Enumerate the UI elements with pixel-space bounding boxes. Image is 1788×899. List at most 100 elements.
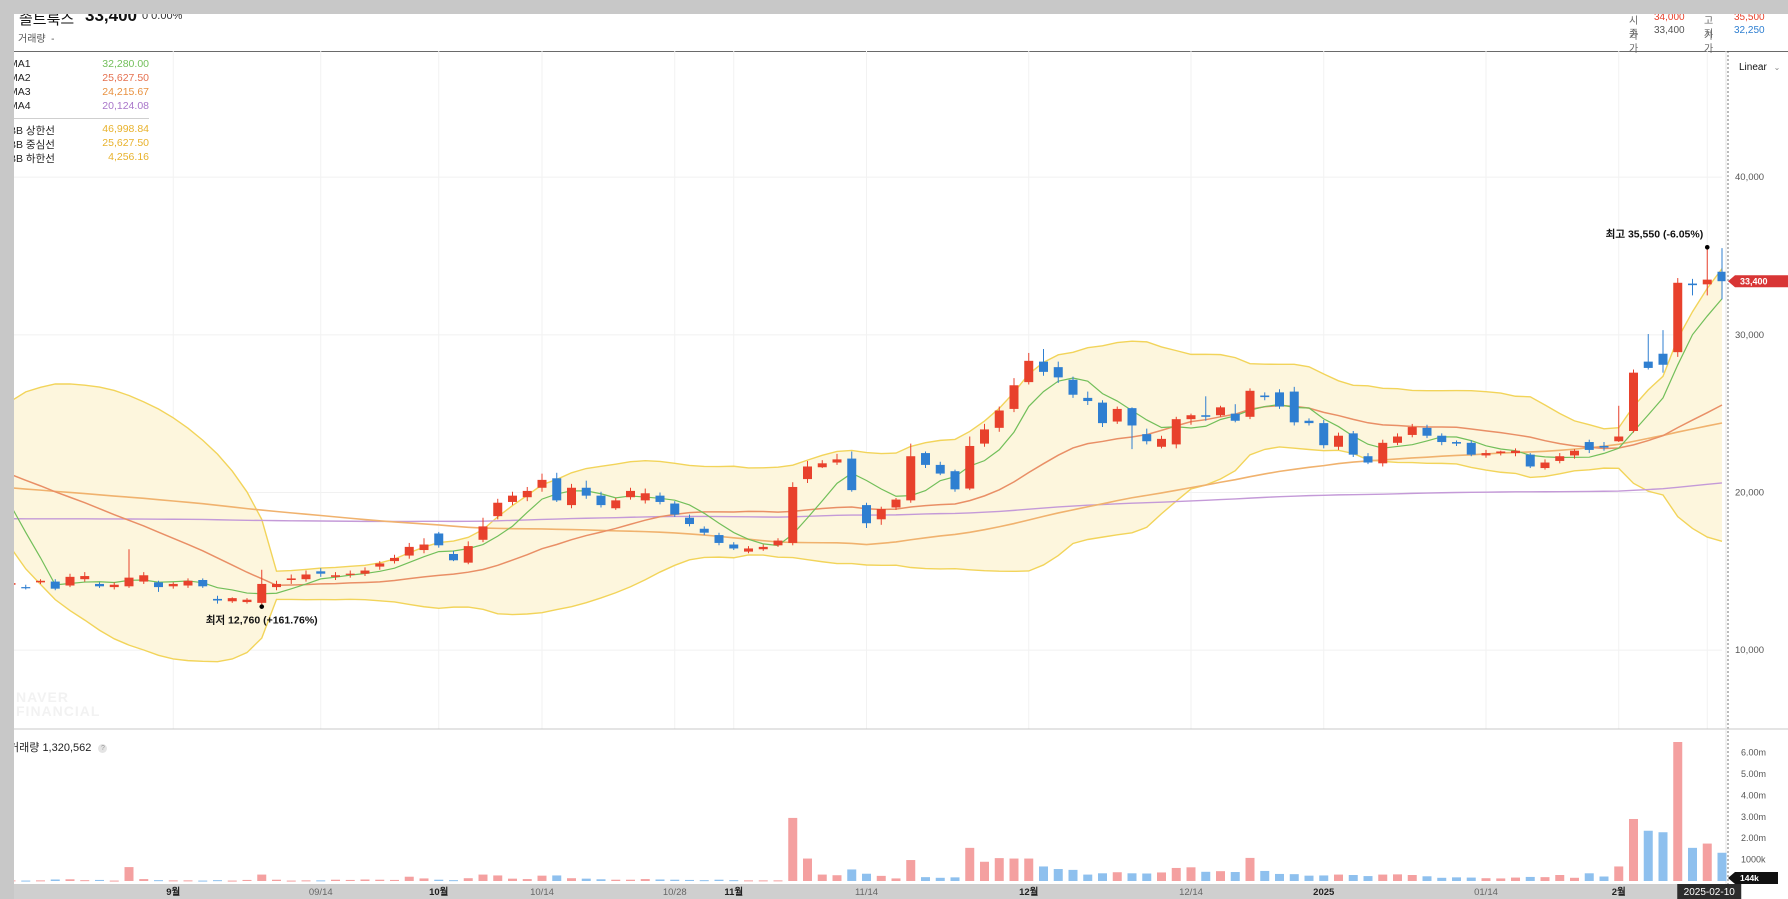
volume-bar (21, 880, 31, 882)
volume-bar (1688, 847, 1697, 881)
candle-body (980, 429, 989, 444)
volume-bar (257, 874, 267, 881)
volume-bar (1555, 875, 1565, 881)
volume-bar (670, 879, 680, 881)
candle-body (109, 584, 119, 588)
candle-body (95, 583, 104, 587)
candle-body (286, 578, 296, 580)
candle-body (862, 505, 871, 524)
volume-bar (1437, 877, 1447, 881)
price-chart[interactable]: 최고 35,550 (-6.05%) 최저 12,760 (+161.76%) 10… (14, 14, 1788, 899)
volume-bar (109, 880, 119, 882)
candle-body (773, 540, 783, 546)
volume-bar (14, 880, 16, 882)
max-annotation: 최고 35,550 (-6.05%) (1606, 227, 1704, 240)
candle-body (404, 546, 414, 556)
candle-body (1304, 420, 1314, 424)
help-icon[interactable]: ? (98, 743, 108, 753)
volume-bar (788, 817, 798, 881)
candle-body (832, 459, 842, 463)
volume-bar (1658, 832, 1668, 881)
y-tick-label: 30,000 (1735, 330, 1764, 341)
candle-body (183, 580, 193, 586)
candle (1629, 369, 1638, 433)
x-tick-label: 10/28 (663, 887, 687, 898)
candle-body (788, 486, 798, 543)
candle-body (1658, 353, 1668, 365)
candle-body (1186, 415, 1196, 420)
candle-body (65, 576, 75, 586)
y-tick-label: 10,000 (1735, 645, 1764, 656)
volume-bar (817, 874, 827, 881)
candle-body (154, 582, 163, 588)
candle-body (1481, 453, 1491, 456)
x-tick-label: 12/14 (1179, 887, 1203, 898)
candle-body (1068, 379, 1078, 395)
candle-body (1171, 419, 1181, 445)
volume-bar (1009, 858, 1019, 881)
candle-body (242, 599, 252, 603)
volume-bar (803, 858, 812, 881)
candle (1039, 349, 1048, 376)
volume-bar (1289, 874, 1299, 881)
candle-body (744, 548, 753, 552)
volume-bar (1171, 867, 1181, 881)
candle-body (227, 598, 237, 602)
naver-financial-watermark: NAVER FINANCIAL (16, 690, 100, 718)
candle-body (699, 528, 709, 533)
candle (1171, 416, 1181, 449)
volume-bar (1068, 869, 1078, 881)
candle-body (1525, 454, 1535, 467)
volume-bar (301, 880, 311, 882)
chevron-down-icon: ⌄ (1773, 63, 1781, 72)
candle (552, 472, 562, 502)
volume-bar (1496, 878, 1506, 881)
ma2-value: 25,627.50 (102, 72, 149, 84)
volume-tick-label: 4.00m (1741, 790, 1766, 800)
candle-body (1584, 442, 1594, 450)
volume-bar (626, 879, 635, 881)
candle-body (21, 587, 31, 589)
volume-bar (508, 878, 517, 881)
candle-body (552, 478, 562, 501)
candle-body (1422, 427, 1432, 436)
candle-body (876, 509, 886, 520)
volume-bar (699, 880, 709, 882)
candle-body (965, 445, 975, 489)
candle-body (1127, 408, 1137, 426)
volume-bar (1112, 872, 1122, 881)
volume-bar (1525, 876, 1535, 881)
volume-bar (139, 879, 149, 881)
candle-body (670, 503, 680, 515)
candle-body (1629, 372, 1638, 431)
candle-body (375, 563, 385, 567)
candle-body (14, 583, 16, 585)
candle-body (272, 583, 281, 588)
volume-bar (935, 877, 945, 881)
candle-body (1452, 442, 1461, 444)
volume-bar (227, 880, 237, 882)
volume-bar (434, 879, 444, 881)
x-tick-label: 12월 (1019, 886, 1038, 898)
candle-body (449, 553, 458, 561)
volume-tick-label: 1000k (1741, 855, 1766, 865)
ma2-label: MA2 (14, 72, 31, 84)
candle-body (1098, 402, 1107, 424)
candle-body (36, 580, 45, 583)
candle-body (1407, 427, 1417, 435)
volume-bar (950, 877, 960, 881)
volume-bar (272, 879, 281, 881)
candle-body (803, 466, 812, 480)
volume-bar (65, 879, 75, 881)
volume-bar (286, 880, 296, 882)
volume-tick-label: 2.00m (1741, 833, 1766, 843)
candle (1658, 330, 1668, 373)
volume-bar (1393, 874, 1402, 881)
volume-bar (980, 861, 989, 881)
candle-body (1230, 413, 1240, 421)
scale-mode-button[interactable]: Linear ⌄ (1739, 62, 1780, 73)
candle (1009, 378, 1019, 413)
legend-ma2: MA2 25,627.50 (14, 72, 149, 86)
stock-chart-app: 솔트룩스 33,400 0 0.00% 거래량 - 시가 34,000 고가 3… (14, 14, 1788, 899)
volume-bar (242, 879, 252, 881)
